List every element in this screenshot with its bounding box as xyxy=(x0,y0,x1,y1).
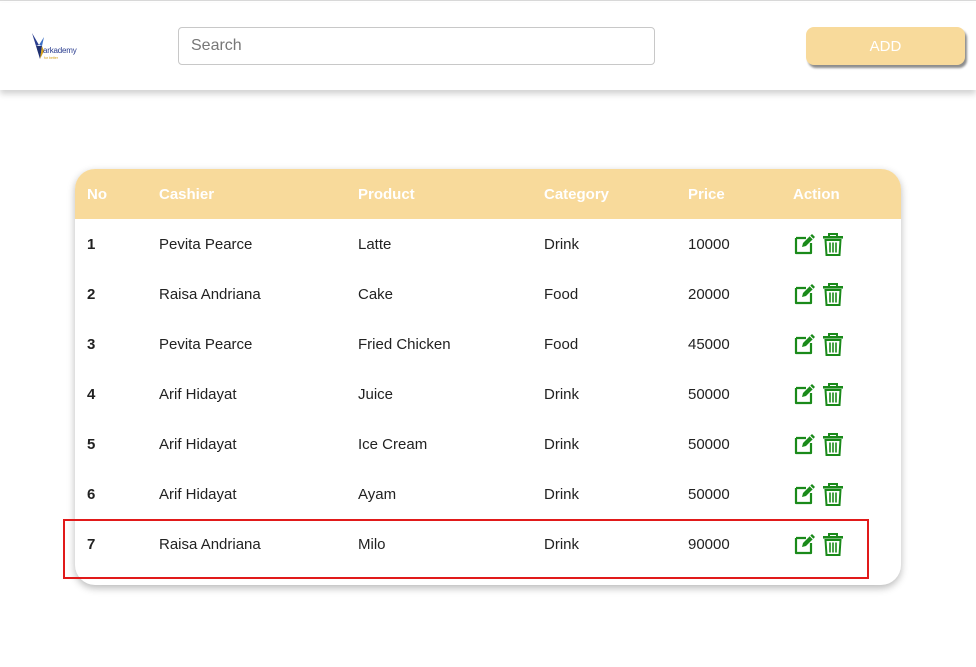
trash-icon[interactable] xyxy=(821,532,845,556)
edit-icon[interactable] xyxy=(793,532,817,556)
trash-icon[interactable] xyxy=(821,332,845,356)
row-price: 20000 xyxy=(688,285,730,303)
table-header: No Cashier Product Category Price Action xyxy=(75,169,901,219)
trash-icon[interactable] xyxy=(821,232,845,256)
row-product: Latte xyxy=(358,235,392,253)
row-no: 6 xyxy=(87,485,96,503)
trash-icon[interactable] xyxy=(821,432,845,456)
edit-icon[interactable] xyxy=(793,432,817,456)
row-no: 7 xyxy=(87,535,96,553)
column-header-no: No xyxy=(87,185,107,203)
trash-icon[interactable] xyxy=(821,382,845,406)
search-input[interactable] xyxy=(178,27,655,65)
column-header-action: Action xyxy=(793,185,840,203)
row-product: Ayam xyxy=(358,485,397,503)
row-cashier: Arif Hidayat xyxy=(159,435,237,453)
trash-icon[interactable] xyxy=(821,282,845,306)
row-actions xyxy=(793,519,901,569)
row-category: Food xyxy=(544,335,579,353)
table-row: 5 Arif Hidayat Ice Cream Drink 50000 xyxy=(75,419,901,469)
table-row: 4 Arif Hidayat Juice Drink 50000 xyxy=(75,369,901,419)
edit-icon[interactable] xyxy=(793,332,817,356)
table-row: 6 Arif Hidayat Ayam Drink 50000 xyxy=(75,469,901,519)
row-no: 1 xyxy=(87,235,96,253)
table-row: 2 Raisa Andriana Cake Food 20000 xyxy=(75,269,901,319)
row-category: Food xyxy=(544,285,579,303)
edit-icon[interactable] xyxy=(793,232,817,256)
row-product: Fried Chicken xyxy=(358,335,451,353)
column-header-cashier: Cashier xyxy=(159,185,215,203)
transactions-card: No Cashier Product Category Price Action… xyxy=(75,169,901,585)
add-button[interactable]: ADD xyxy=(806,27,965,65)
row-cashier: Pevita Pearce xyxy=(159,235,253,253)
row-product: Ice Cream xyxy=(358,435,428,453)
row-actions xyxy=(793,219,901,269)
row-price: 50000 xyxy=(688,385,730,403)
table-row: 7 Raisa Andriana Milo Drink 90000 xyxy=(75,519,901,569)
row-actions xyxy=(793,369,901,419)
column-header-category: Category xyxy=(544,185,610,203)
transactions-table: No Cashier Product Category Price Action… xyxy=(75,169,901,569)
table-body: 1 Pevita Pearce Latte Drink 10000 2 Rais… xyxy=(75,219,901,569)
row-actions xyxy=(793,319,901,369)
row-product: Juice xyxy=(358,385,394,403)
row-cashier: Raisa Andriana xyxy=(159,285,261,303)
row-category: Drink xyxy=(544,385,580,403)
edit-icon[interactable] xyxy=(793,482,817,506)
row-cashier: Pevita Pearce xyxy=(159,335,253,353)
edit-icon[interactable] xyxy=(793,382,817,406)
row-no: 5 xyxy=(87,435,96,453)
row-price: 50000 xyxy=(688,435,730,453)
row-no: 4 xyxy=(87,385,96,403)
row-price: 10000 xyxy=(688,235,730,253)
row-category: Drink xyxy=(544,485,580,503)
row-price: 90000 xyxy=(688,535,730,553)
edit-icon[interactable] xyxy=(793,282,817,306)
row-category: Drink xyxy=(544,435,580,453)
row-actions xyxy=(793,469,901,519)
row-no: 2 xyxy=(87,285,96,303)
row-actions xyxy=(793,269,901,319)
logo[interactable]: arkademy for better xyxy=(30,31,77,65)
logo-tagline: for better xyxy=(44,56,59,60)
row-product: Milo xyxy=(358,535,386,553)
row-actions xyxy=(793,419,901,469)
navbar: arkademy for better ADD xyxy=(0,3,976,90)
row-category: Drink xyxy=(544,235,580,253)
row-cashier: Raisa Andriana xyxy=(159,535,261,553)
table-header-row: No Cashier Product Category Price Action xyxy=(75,169,901,219)
row-cashier: Arif Hidayat xyxy=(159,385,237,403)
table-row: 1 Pevita Pearce Latte Drink 10000 xyxy=(75,219,901,269)
row-no: 3 xyxy=(87,335,96,353)
row-price: 45000 xyxy=(688,335,730,353)
column-header-product: Product xyxy=(358,185,415,203)
logo-brand-text: arkademy xyxy=(43,46,77,55)
row-product: Cake xyxy=(358,285,394,303)
trash-icon[interactable] xyxy=(821,482,845,506)
row-category: Drink xyxy=(544,535,580,553)
column-header-price: Price xyxy=(688,185,725,203)
row-cashier: Arif Hidayat xyxy=(159,485,237,503)
table-row: 3 Pevita Pearce Fried Chicken Food 45000 xyxy=(75,319,901,369)
row-price: 50000 xyxy=(688,485,730,503)
